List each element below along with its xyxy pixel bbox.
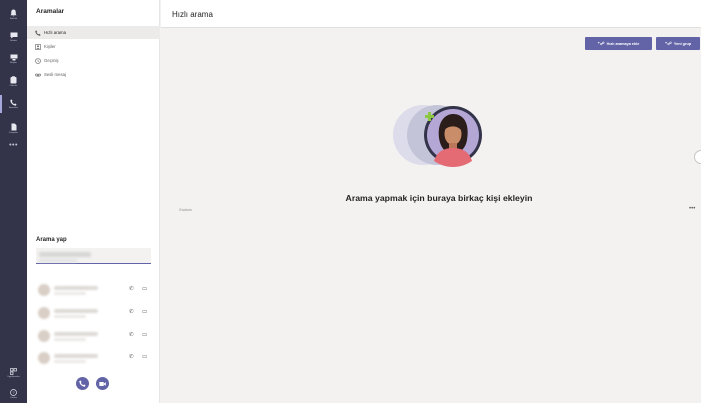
page-title: Hızlı arama (172, 10, 213, 19)
history-icon (35, 57, 41, 64)
main-content: Hızlı arama ⁺☍ Hızlı aramaya ekle ⁺☍ Yen… (161, 0, 701, 403)
avatar (38, 307, 50, 319)
blurred-name (54, 286, 98, 290)
add-speed-dial-button[interactable]: ⁺☍ Hızlı aramaya ekle (585, 37, 652, 50)
video-icon[interactable]: ▭ (142, 286, 147, 292)
nav-item-label: Hızlı arama (44, 30, 66, 35)
list-item[interactable]: ✆ ▭ (36, 305, 160, 321)
panel-title: Aramalar (36, 8, 65, 15)
blurred-detail (54, 338, 86, 341)
new-group-label: Yeni grup (673, 41, 692, 46)
rail-item-assignments[interactable]: Ödevler (0, 70, 27, 92)
svg-text:?: ? (12, 390, 15, 395)
phone-icon (79, 380, 86, 387)
nav-item-contacts[interactable]: Kişiler (27, 40, 160, 53)
rail-label: Uygulamalar (7, 376, 20, 378)
calls-panel: Aramalar Hızlı arama Kişiler Geçmiş Sesl… (27, 0, 160, 403)
apps-icon (10, 368, 17, 375)
call-icon[interactable]: ✆ (129, 354, 134, 360)
call-icon[interactable]: ✆ (129, 309, 134, 315)
scroll-handle[interactable] (694, 150, 701, 164)
blurred-text (39, 259, 77, 262)
make-call-title: Arama yap (36, 237, 67, 243)
call-icon[interactable]: ✆ (129, 332, 134, 338)
blurred-detail (54, 292, 86, 295)
rail-label: Sohbet (10, 40, 17, 42)
empty-state-message: Arama yapmak için buraya birkaç kişi ekl… (345, 193, 533, 203)
nav-item-speed-dial[interactable]: Hızlı arama (27, 26, 160, 39)
rail-item-help[interactable]: ? Yardım (0, 383, 27, 403)
add-speed-dial-label: Hızlı aramaya ekle (606, 41, 640, 46)
rail-label: Dosyalar (9, 131, 18, 134)
nav-item-label: Kişiler (44, 44, 56, 49)
add-person-icon: ⁺☍ (597, 40, 605, 46)
blurred-detail (54, 360, 86, 363)
avatar (38, 284, 50, 296)
teams-icon (10, 54, 17, 61)
blurred-name (54, 309, 98, 313)
phone-icon (35, 29, 41, 36)
nav-item-label: Sesli mesaj (44, 72, 66, 77)
call-button[interactable] (76, 377, 89, 390)
rail-label: Ödevler (9, 84, 18, 87)
file-icon (11, 123, 16, 130)
video-icon[interactable]: ▭ (142, 354, 147, 360)
list-item[interactable]: ✆ ▭ (36, 350, 160, 366)
video-icon (99, 381, 106, 386)
dial-input[interactable] (36, 248, 151, 264)
avatar (38, 330, 50, 342)
blurred-name (54, 354, 98, 358)
rail-label: Aramalar (9, 107, 18, 109)
group-label: Grubum (179, 208, 192, 212)
contacts-icon (35, 43, 41, 50)
call-icon[interactable]: ✆ (129, 286, 134, 292)
video-icon[interactable]: ▭ (142, 332, 147, 338)
voicemail-icon (35, 72, 41, 78)
list-item[interactable]: ✆ ▭ (36, 328, 160, 344)
rail-item-files[interactable]: Dosyalar (0, 117, 27, 139)
list-item[interactable]: ✆ ▭ (36, 282, 160, 298)
add-group-icon: ⁺☍ (664, 40, 672, 46)
chat-icon (10, 32, 17, 39)
rail-item-activity[interactable]: Etkinlik (0, 3, 27, 25)
rail-more-button[interactable]: ••• (0, 142, 27, 149)
avatar (38, 352, 50, 364)
blurred-text (39, 252, 91, 257)
make-call-section: Arama yap ✆ ▭ ✆ ▭ ✆ ▭ ✆ ▭ (27, 228, 160, 403)
nav-item-voicemail[interactable]: Sesli mesaj (27, 68, 160, 81)
blurred-name (54, 332, 98, 336)
blurred-detail (54, 315, 86, 318)
rail-item-apps[interactable]: Uygulamalar (0, 362, 27, 384)
app-rail: Etkinlik Sohbet Ekipler Ödevler Aramalar… (0, 0, 27, 403)
assignments-icon (10, 75, 17, 83)
bell-icon (10, 9, 17, 16)
video-call-button[interactable] (96, 377, 109, 390)
rail-item-calls[interactable]: Aramalar (0, 93, 27, 115)
empty-state-illustration (393, 105, 482, 167)
phone-icon (10, 99, 17, 106)
rail-label: Ekipler (10, 62, 17, 64)
rail-item-chat[interactable]: Sohbet (0, 26, 27, 48)
rail-label: Etkinlik (10, 17, 17, 20)
nav-item-history[interactable]: Geçmiş (27, 54, 160, 67)
help-icon: ? (10, 389, 17, 396)
nav-item-label: Geçmiş (44, 58, 59, 63)
more-options-button[interactable]: ••• (689, 206, 695, 212)
header: Hızlı arama (161, 0, 701, 28)
new-group-button[interactable]: ⁺☍ Yeni grup (656, 37, 700, 50)
rail-item-teams[interactable]: Ekipler (0, 48, 27, 70)
video-icon[interactable]: ▭ (142, 309, 147, 315)
rail-label: Yardım (10, 397, 17, 399)
